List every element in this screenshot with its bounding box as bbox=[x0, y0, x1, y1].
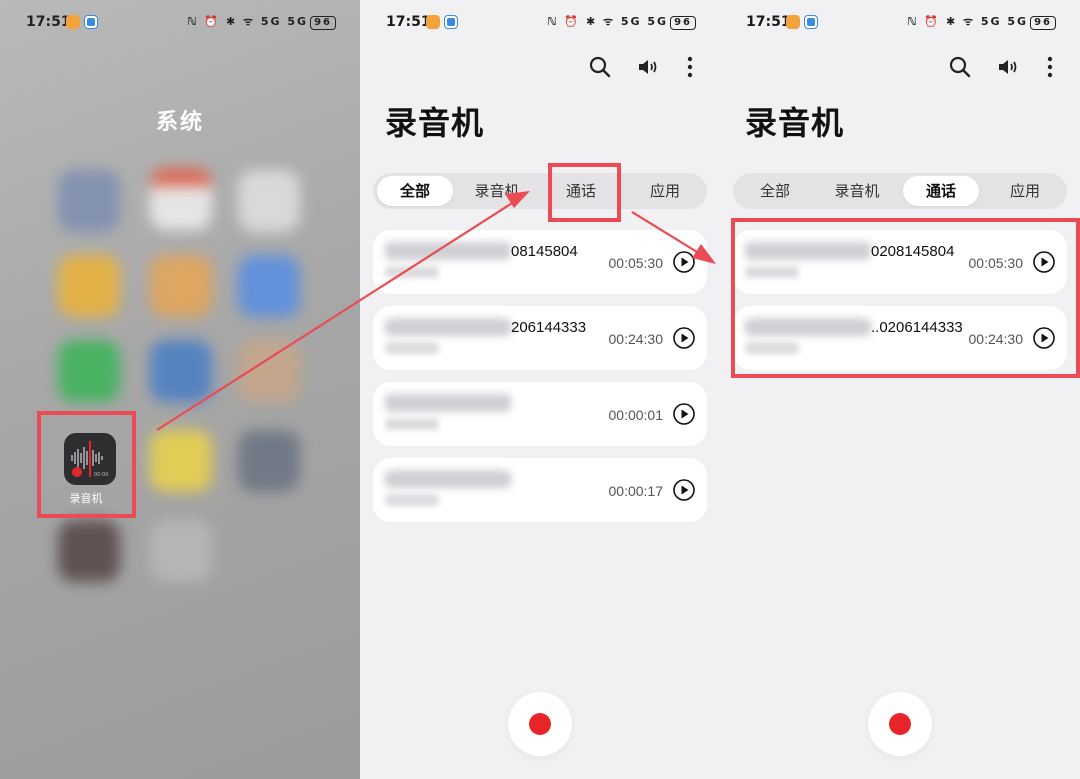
status-time: 17:51 bbox=[386, 14, 431, 30]
recording-number: 206144333 bbox=[511, 319, 587, 336]
blurred-app-icon bbox=[150, 168, 212, 230]
tab-apps[interactable]: 应用 bbox=[627, 176, 703, 206]
tab-recorder[interactable]: 录音机 bbox=[819, 176, 895, 206]
notification-icon bbox=[426, 15, 440, 29]
more-options-icon[interactable] bbox=[1037, 54, 1063, 80]
highlight-box-call-recordings bbox=[731, 218, 1080, 378]
highlight-box-recorder-icon bbox=[37, 411, 136, 518]
app-notification-icon bbox=[444, 15, 458, 29]
home-screen-panel: 17:51 ℕ ⏰ ✱ ᯤ 5G 5G 96 系统 00:00 录音机 bbox=[0, 0, 360, 779]
status-indicators: ℕ ⏰ ✱ ᯤ 5G 5G 96 bbox=[547, 14, 696, 30]
recorder-all-panel: 17:51 ℕ ⏰ ✱ ᯤ 5G 5G 96 录音机 全部 录音机 通话 应用 0… bbox=[360, 0, 720, 779]
page-title: 录音机 bbox=[385, 104, 485, 142]
folder-title: 系统 bbox=[155, 110, 204, 135]
recording-item[interactable]: 206144333 00:24:30 bbox=[373, 306, 707, 370]
recording-item[interactable]: 00:00:17 bbox=[373, 458, 707, 522]
recording-duration: 00:00:17 bbox=[608, 483, 664, 499]
app-notification-icon bbox=[84, 15, 98, 29]
recording-duration: 00:24:30 bbox=[608, 331, 664, 347]
status-bar: 17:51 ℕ ⏰ ✱ ᯤ 5G 5G 96 bbox=[0, 0, 360, 44]
blurred-app-icon bbox=[150, 255, 212, 317]
notification-icon bbox=[786, 15, 800, 29]
blurred-recording-name bbox=[385, 318, 511, 336]
blurred-recording-name bbox=[385, 394, 511, 412]
blurred-app-icon bbox=[150, 520, 212, 582]
filter-tabs: 全部 录音机 通话 应用 bbox=[733, 173, 1067, 209]
blurred-app-icon bbox=[58, 340, 120, 402]
tab-apps[interactable]: 应用 bbox=[987, 176, 1063, 206]
search-icon[interactable] bbox=[947, 54, 973, 80]
speaker-icon[interactable] bbox=[995, 54, 1021, 80]
battery-icon: 96 bbox=[1030, 16, 1056, 30]
status-bar: 17:51 ℕ ⏰ ✱ ᯤ 5G 5G 96 bbox=[360, 0, 720, 44]
play-icon[interactable] bbox=[673, 479, 695, 501]
status-time: 17:51 bbox=[746, 14, 791, 30]
search-icon[interactable] bbox=[587, 54, 613, 80]
record-button[interactable] bbox=[508, 692, 572, 756]
tab-all[interactable]: 全部 bbox=[737, 176, 813, 206]
status-indicator-text: ℕ ⏰ ✱ ᯤ 5G 5G bbox=[187, 15, 309, 28]
highlight-box-calls-tab bbox=[548, 163, 621, 222]
blurred-recording-date bbox=[385, 418, 439, 430]
blurred-app-icon bbox=[150, 430, 212, 492]
recording-item[interactable]: 08145804 00:05:30 bbox=[373, 230, 707, 294]
recording-item[interactable]: 00:00:01 bbox=[373, 382, 707, 446]
more-options-icon[interactable] bbox=[677, 54, 703, 80]
tab-all[interactable]: 全部 bbox=[377, 176, 453, 206]
tab-recorder[interactable]: 录音机 bbox=[459, 176, 535, 206]
status-indicator-text: ℕ ⏰ ✱ ᯤ 5G 5G bbox=[547, 15, 669, 28]
blurred-recording-date bbox=[385, 494, 439, 506]
recording-duration: 00:00:01 bbox=[608, 407, 664, 423]
battery-icon: 96 bbox=[310, 16, 336, 30]
blurred-app-icon bbox=[238, 340, 300, 402]
blurred-app-icon bbox=[238, 255, 300, 317]
notification-icon bbox=[66, 15, 80, 29]
blurred-recording-date bbox=[385, 342, 439, 354]
play-icon[interactable] bbox=[673, 251, 695, 273]
play-icon[interactable] bbox=[673, 327, 695, 349]
battery-icon: 96 bbox=[670, 16, 696, 30]
blurred-recording-date bbox=[385, 266, 439, 278]
page-title: 录音机 bbox=[745, 104, 845, 142]
status-time: 17:51 bbox=[26, 14, 71, 30]
blurred-app-icon bbox=[58, 255, 120, 317]
play-icon[interactable] bbox=[673, 403, 695, 425]
recording-duration: 00:05:30 bbox=[608, 255, 664, 271]
blurred-app-icon bbox=[58, 520, 120, 582]
blurred-recording-name bbox=[385, 242, 511, 260]
speaker-icon[interactable] bbox=[635, 54, 661, 80]
recording-number: 08145804 bbox=[511, 243, 578, 260]
blurred-app-icon bbox=[150, 340, 212, 402]
status-indicator-text: ℕ ⏰ ✱ ᯤ 5G 5G bbox=[907, 15, 1029, 28]
blurred-app-icon bbox=[58, 170, 120, 232]
record-button[interactable] bbox=[868, 692, 932, 756]
tab-calls[interactable]: 通话 bbox=[903, 176, 979, 206]
status-indicators: ℕ ⏰ ✱ ᯤ 5G 5G 96 bbox=[907, 14, 1056, 30]
recorder-calls-panel: 17:51 ℕ ⏰ ✱ ᯤ 5G 5G 96 录音机 全部 录音机 通话 应用 0… bbox=[720, 0, 1080, 779]
blurred-app-icon bbox=[238, 430, 300, 492]
filter-tabs: 全部 录音机 通话 应用 bbox=[373, 173, 707, 209]
app-notification-icon bbox=[804, 15, 818, 29]
status-bar: 17:51 ℕ ⏰ ✱ ᯤ 5G 5G 96 bbox=[720, 0, 1080, 44]
blurred-app-icon bbox=[238, 170, 300, 232]
blurred-recording-name bbox=[385, 470, 511, 488]
status-indicators: ℕ ⏰ ✱ ᯤ 5G 5G 96 bbox=[187, 14, 336, 30]
